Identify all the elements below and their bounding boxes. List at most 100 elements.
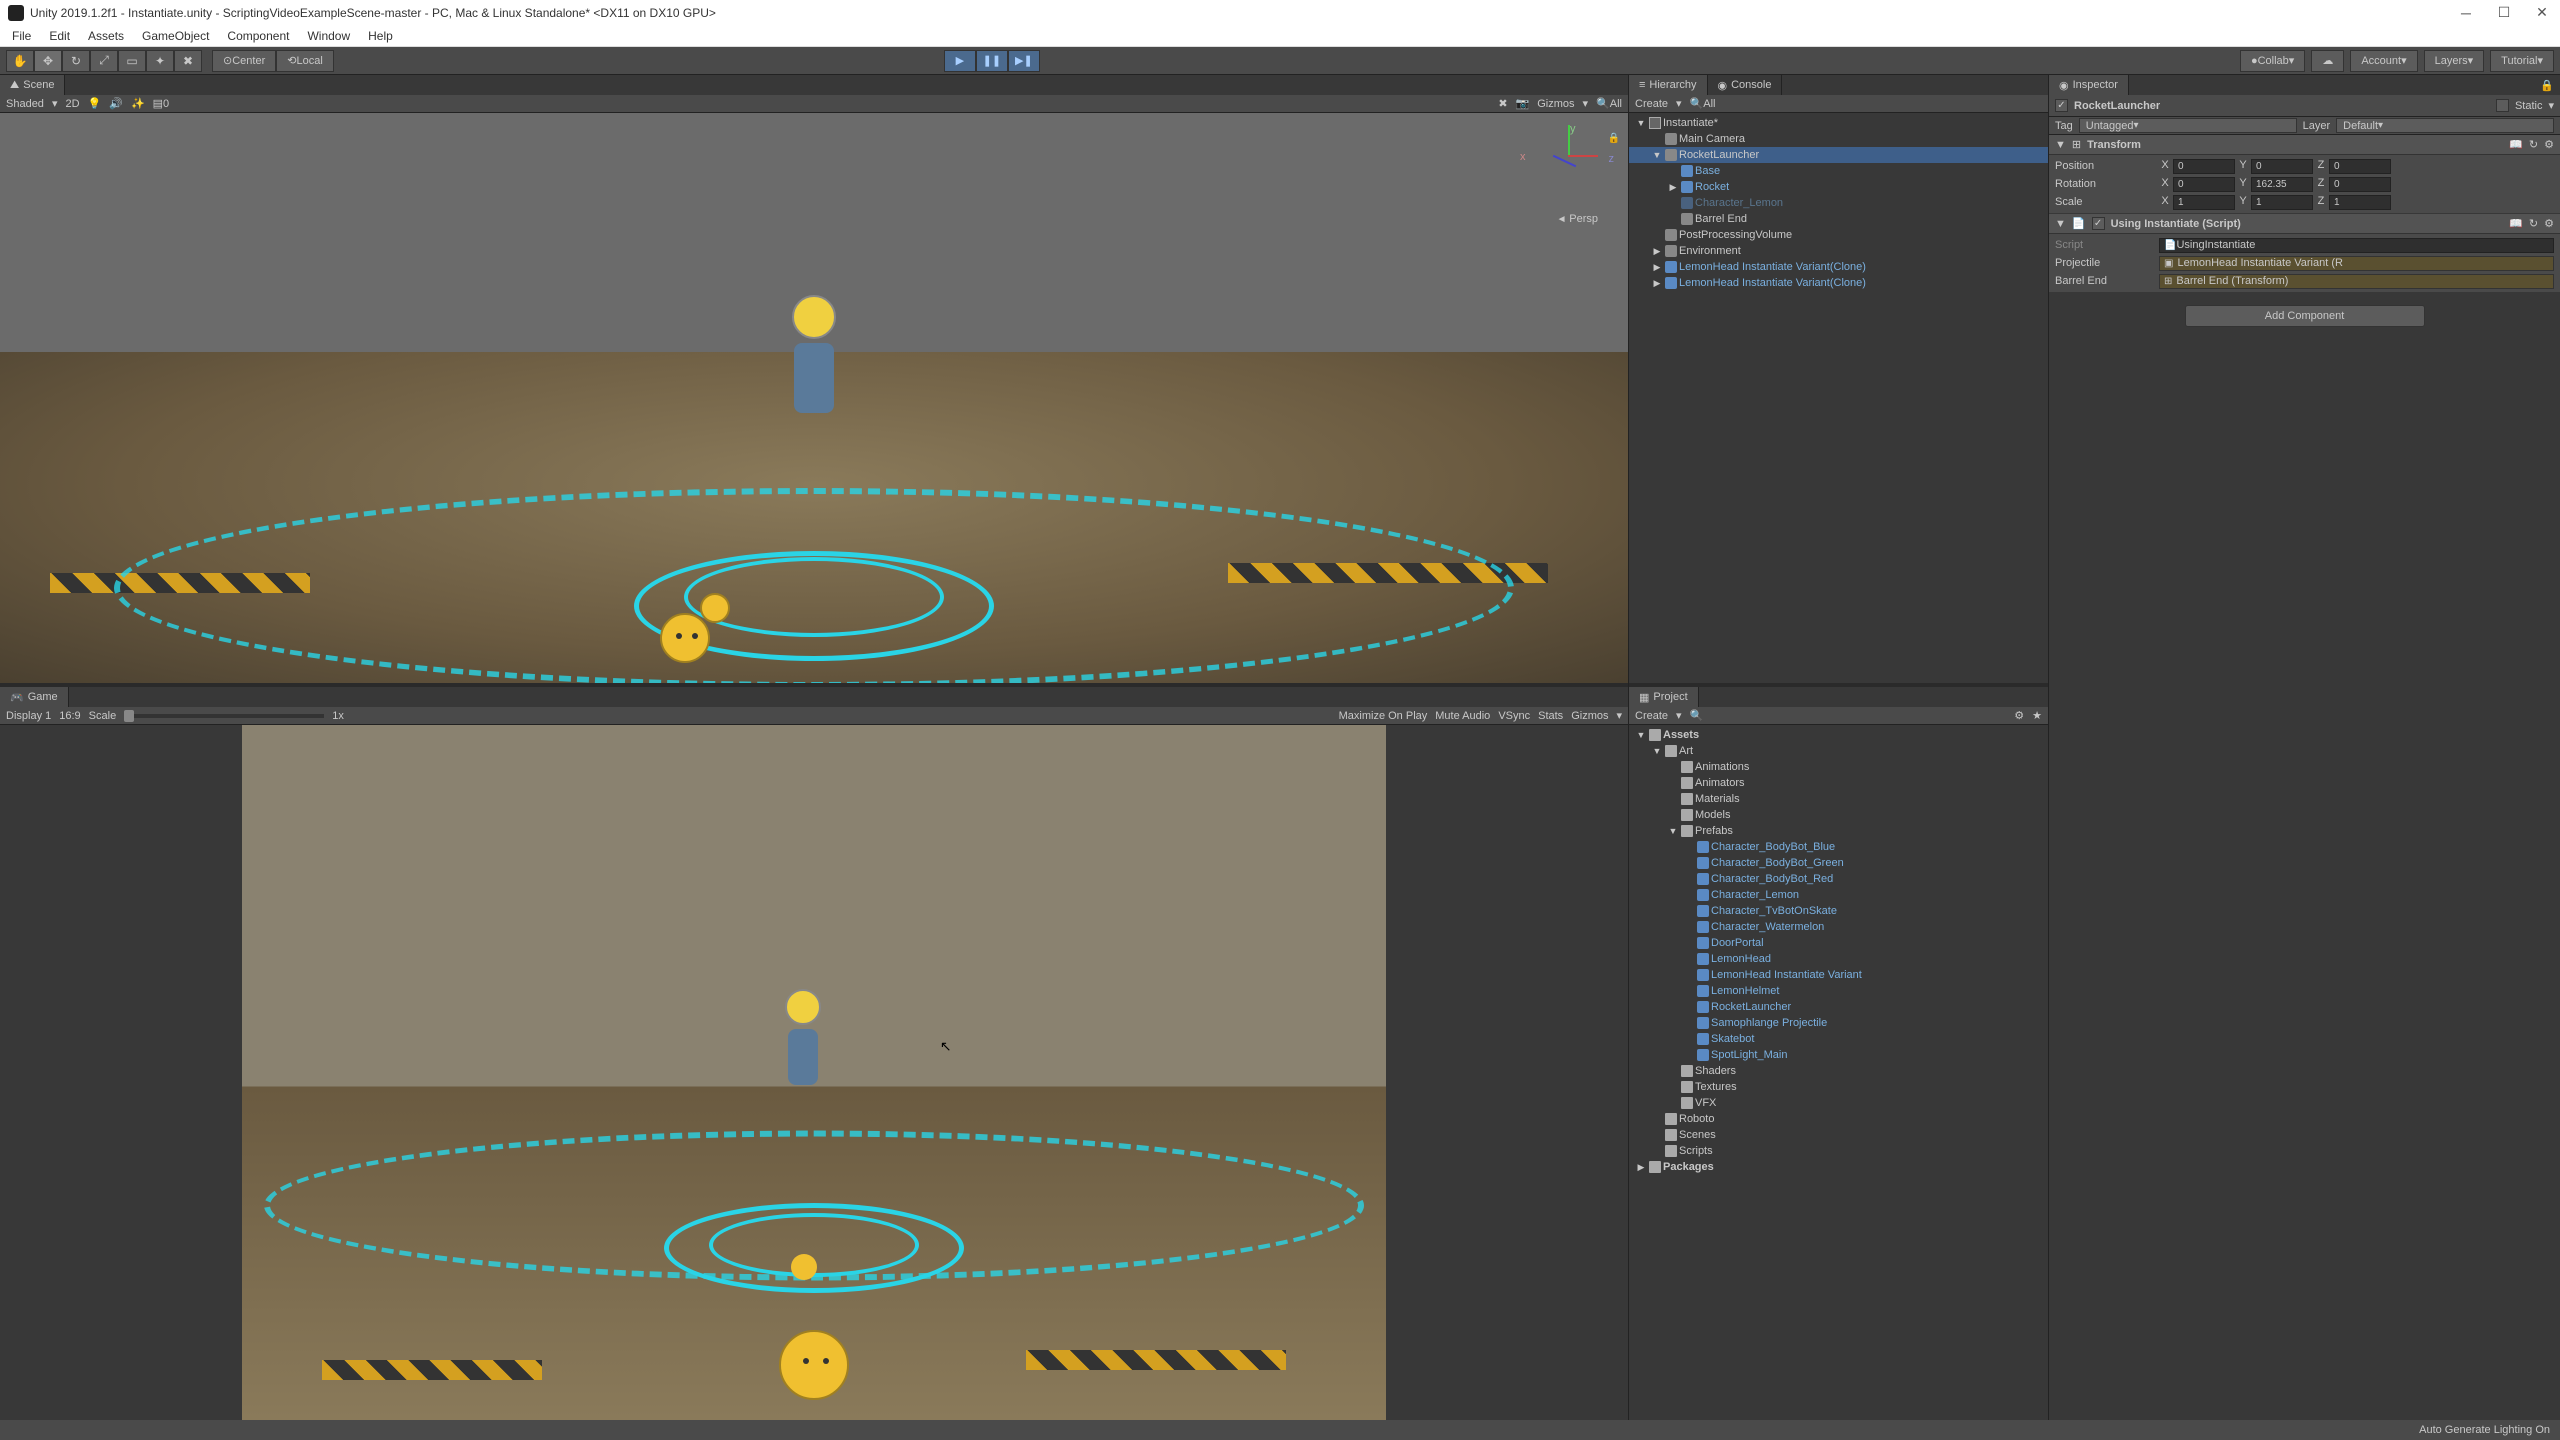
gameobject-name-field[interactable]: RocketLauncher	[2074, 100, 2490, 112]
aspect-dropdown[interactable]: 16:9	[59, 710, 80, 722]
inspector-tab[interactable]: ◉ Inspector	[2049, 75, 2129, 95]
projectile-field[interactable]: ▣ LemonHead Instantiate Variant (R	[2159, 256, 2554, 271]
perspective-label[interactable]: ◄ Persp	[1557, 213, 1598, 225]
position-y-field[interactable]	[2251, 159, 2313, 174]
stats-toggle[interactable]: Stats	[1538, 710, 1563, 722]
axis-gizmo[interactable]: y x z	[1528, 125, 1608, 205]
scale-slider[interactable]	[124, 714, 324, 718]
hierarchy-item[interactable]: ▶Rocket	[1629, 179, 2048, 195]
project-item[interactable]: LemonHead Instantiate Variant	[1629, 967, 2048, 983]
project-item[interactable]: Animations	[1629, 759, 2048, 775]
account-button[interactable]: Account ▾	[2350, 50, 2417, 72]
scene-view[interactable]: y x z 🔒 ◄ Persp	[0, 113, 1628, 683]
project-item[interactable]: Textures	[1629, 1079, 2048, 1095]
gizmos-dropdown[interactable]: Gizmos	[1537, 98, 1574, 110]
gameobject-active-checkbox[interactable]	[2055, 99, 2068, 112]
project-tree[interactable]: ▼Assets▼ArtAnimationsAnimatorsMaterialsM…	[1629, 725, 2048, 1420]
project-item[interactable]: Roboto	[1629, 1111, 2048, 1127]
fx-toggle[interactable]: ✨	[131, 97, 145, 110]
maximize-button[interactable]: ☐	[2494, 3, 2514, 23]
barrel-end-field[interactable]: ⊞ Barrel End (Transform)	[2159, 274, 2554, 289]
project-item[interactable]: Shaders	[1629, 1063, 2048, 1079]
camera-icon[interactable]: 📷	[1516, 97, 1530, 110]
hierarchy-item[interactable]: ▶Environment	[1629, 243, 2048, 259]
menu-gameobject[interactable]: GameObject	[134, 27, 217, 45]
project-item[interactable]: RocketLauncher	[1629, 999, 2048, 1015]
mute-toggle[interactable]: Mute Audio	[1435, 710, 1490, 722]
hierarchy-tree[interactable]: ▼Instantiate*Main Camera▼RocketLauncherB…	[1629, 113, 2048, 683]
script-enabled-checkbox[interactable]	[2092, 217, 2105, 230]
hierarchy-item[interactable]: Main Camera	[1629, 131, 2048, 147]
menu-file[interactable]: File	[4, 27, 39, 45]
menu-assets[interactable]: Assets	[80, 27, 132, 45]
menu-help[interactable]: Help	[360, 27, 401, 45]
pause-button[interactable]: ❚❚	[976, 50, 1008, 72]
lighting-status[interactable]: Auto Generate Lighting On	[2419, 1424, 2550, 1436]
project-filter-icon[interactable]: ⚙	[2014, 709, 2024, 722]
search-all[interactable]: 🔍All	[1596, 97, 1622, 110]
project-item[interactable]: ▼Art	[1629, 743, 2048, 759]
hierarchy-tab[interactable]: ≡ Hierarchy	[1629, 75, 1708, 95]
project-item[interactable]: VFX	[1629, 1095, 2048, 1111]
script-component-header[interactable]: ▼ 📄 Using Instantiate (Script) 📖 ↻ ⚙	[2049, 214, 2560, 234]
hierarchy-search[interactable]: 🔍All	[1690, 97, 1716, 110]
rect-tool[interactable]: ▭	[118, 50, 146, 72]
project-tab[interactable]: ▦ Project	[1629, 687, 1699, 707]
project-item[interactable]: Samophlange Projectile	[1629, 1015, 2048, 1031]
rotation-z-field[interactable]	[2329, 177, 2391, 192]
project-item[interactable]: Animators	[1629, 775, 2048, 791]
shading-mode-dropdown[interactable]: Shaded	[6, 98, 44, 110]
transform-settings-icon[interactable]: ⚙	[2544, 138, 2554, 151]
layout-button[interactable]: Tutorial ▾	[2490, 50, 2554, 72]
step-button[interactable]: ▶❚	[1008, 50, 1040, 72]
pivot-mode-button[interactable]: ⊙Center	[212, 50, 276, 72]
2d-toggle[interactable]: 2D	[65, 98, 79, 110]
project-item[interactable]: Scripts	[1629, 1143, 2048, 1159]
static-checkbox[interactable]	[2496, 99, 2509, 112]
script-reset-icon[interactable]: ↻	[2529, 217, 2538, 230]
minimize-button[interactable]: ─	[2456, 3, 2476, 23]
transform-component-header[interactable]: ▼⊞ Transform 📖 ↻ ⚙	[2049, 135, 2560, 155]
project-item[interactable]: Character_Watermelon	[1629, 919, 2048, 935]
project-item[interactable]: ▼Assets	[1629, 727, 2048, 743]
hierarchy-item[interactable]: Base	[1629, 163, 2048, 179]
project-item[interactable]: ▶Packages	[1629, 1159, 2048, 1175]
position-x-field[interactable]	[2173, 159, 2235, 174]
project-item[interactable]: ▼Prefabs	[1629, 823, 2048, 839]
project-create-dropdown[interactable]: Create	[1635, 710, 1668, 722]
scale-y-field[interactable]	[2251, 195, 2313, 210]
hierarchy-item[interactable]: ▶LemonHead Instantiate Variant(Clone)	[1629, 275, 2048, 291]
hand-tool[interactable]: ✋	[6, 50, 34, 72]
hierarchy-item[interactable]: ▶LemonHead Instantiate Variant(Clone)	[1629, 259, 2048, 275]
project-item[interactable]: Character_BodyBot_Blue	[1629, 839, 2048, 855]
scene-tab[interactable]: ⛰ Scene	[0, 75, 65, 95]
tag-dropdown[interactable]: Untagged ▾	[2079, 118, 2297, 133]
hierarchy-item[interactable]: PostProcessingVolume	[1629, 227, 2048, 243]
pivot-rotation-button[interactable]: ⟲Local	[276, 50, 334, 72]
console-tab[interactable]: ◉ Console	[1708, 75, 1783, 95]
rotate-tool[interactable]: ↻	[62, 50, 90, 72]
position-z-field[interactable]	[2329, 159, 2391, 174]
script-settings-icon[interactable]: ⚙	[2544, 217, 2554, 230]
project-item[interactable]: LemonHelmet	[1629, 983, 2048, 999]
scale-tool[interactable]: ⤢	[90, 50, 118, 72]
project-item[interactable]: Character_Lemon	[1629, 887, 2048, 903]
transform-docs-icon[interactable]: 📖	[2509, 138, 2523, 151]
project-item[interactable]: Scenes	[1629, 1127, 2048, 1143]
game-view[interactable]: ↖	[0, 725, 1628, 1420]
project-item[interactable]: DoorPortal	[1629, 935, 2048, 951]
project-item[interactable]: Character_TvBotOnSkate	[1629, 903, 2048, 919]
script-docs-icon[interactable]: 📖	[2509, 217, 2523, 230]
inspector-lock-icon[interactable]: 🔒	[2534, 79, 2560, 92]
menu-component[interactable]: Component	[219, 27, 297, 45]
rotation-x-field[interactable]	[2173, 177, 2235, 192]
lighting-toggle[interactable]: 💡	[88, 97, 102, 110]
project-favorites-icon[interactable]: ★	[2032, 709, 2042, 722]
hierarchy-item[interactable]: ▼Instantiate*	[1629, 115, 2048, 131]
scale-x-field[interactable]	[2173, 195, 2235, 210]
project-item[interactable]: LemonHead	[1629, 951, 2048, 967]
transform-reset-icon[interactable]: ↻	[2529, 138, 2538, 151]
rotation-y-field[interactable]	[2251, 177, 2313, 192]
project-item[interactable]: Models	[1629, 807, 2048, 823]
project-item[interactable]: Character_BodyBot_Green	[1629, 855, 2048, 871]
